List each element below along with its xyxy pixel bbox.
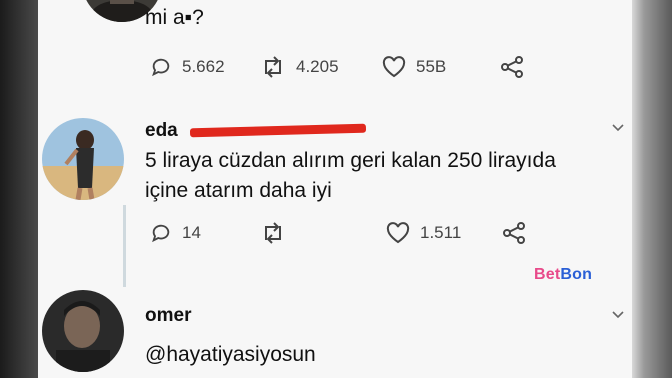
reply-button[interactable]: 5.662 (150, 56, 225, 78)
chevron-down-icon[interactable] (612, 308, 624, 320)
chevron-down-icon[interactable] (612, 121, 624, 133)
reply-count: 5.662 (182, 57, 225, 76)
share-button[interactable] (502, 222, 526, 244)
share-icon (501, 56, 523, 78)
tweet-thread: mi a▪? 5.662 4.205 55B eda 5 liraya cüzd… (38, 0, 632, 378)
thread-line (123, 205, 126, 287)
watermark-logo: BetBon (534, 266, 593, 283)
reply-icon (152, 58, 170, 77)
avatar[interactable] (42, 118, 124, 200)
reply-button[interactable]: 14 (150, 222, 201, 244)
like-count: 1.511 (420, 223, 462, 242)
tweet-text: mi a▪? (145, 6, 204, 29)
share-icon (503, 222, 525, 244)
share-button[interactable] (500, 56, 524, 78)
like-icon (386, 222, 410, 244)
like-button[interactable]: 1.511 (386, 222, 461, 244)
retweet-button[interactable]: 4.205 (260, 56, 339, 78)
like-button[interactable]: 55B (382, 56, 446, 78)
reply-icon (152, 224, 170, 243)
tweet-text-line-1: 5 liraya cüzdan alırım geri kalan 250 li… (145, 149, 556, 172)
tweet-text-line-2: içine atarım daha iyi (145, 179, 332, 202)
screen-edge-left (0, 0, 38, 378)
screen-edge-right (632, 0, 672, 378)
retweet-button[interactable] (260, 222, 296, 244)
author-name[interactable]: omer (145, 305, 191, 327)
retweet-icon (265, 222, 281, 244)
tweet-text: @hayatiyasiyosun (145, 343, 316, 366)
retweet-count: 4.205 (296, 57, 339, 76)
avatar[interactable] (42, 290, 124, 372)
author-name[interactable]: eda (145, 120, 178, 142)
like-icon (382, 56, 406, 78)
redacted-handle (189, 123, 367, 138)
like-count: 55B (416, 57, 447, 76)
retweet-icon (265, 56, 281, 78)
reply-count: 14 (182, 223, 201, 242)
